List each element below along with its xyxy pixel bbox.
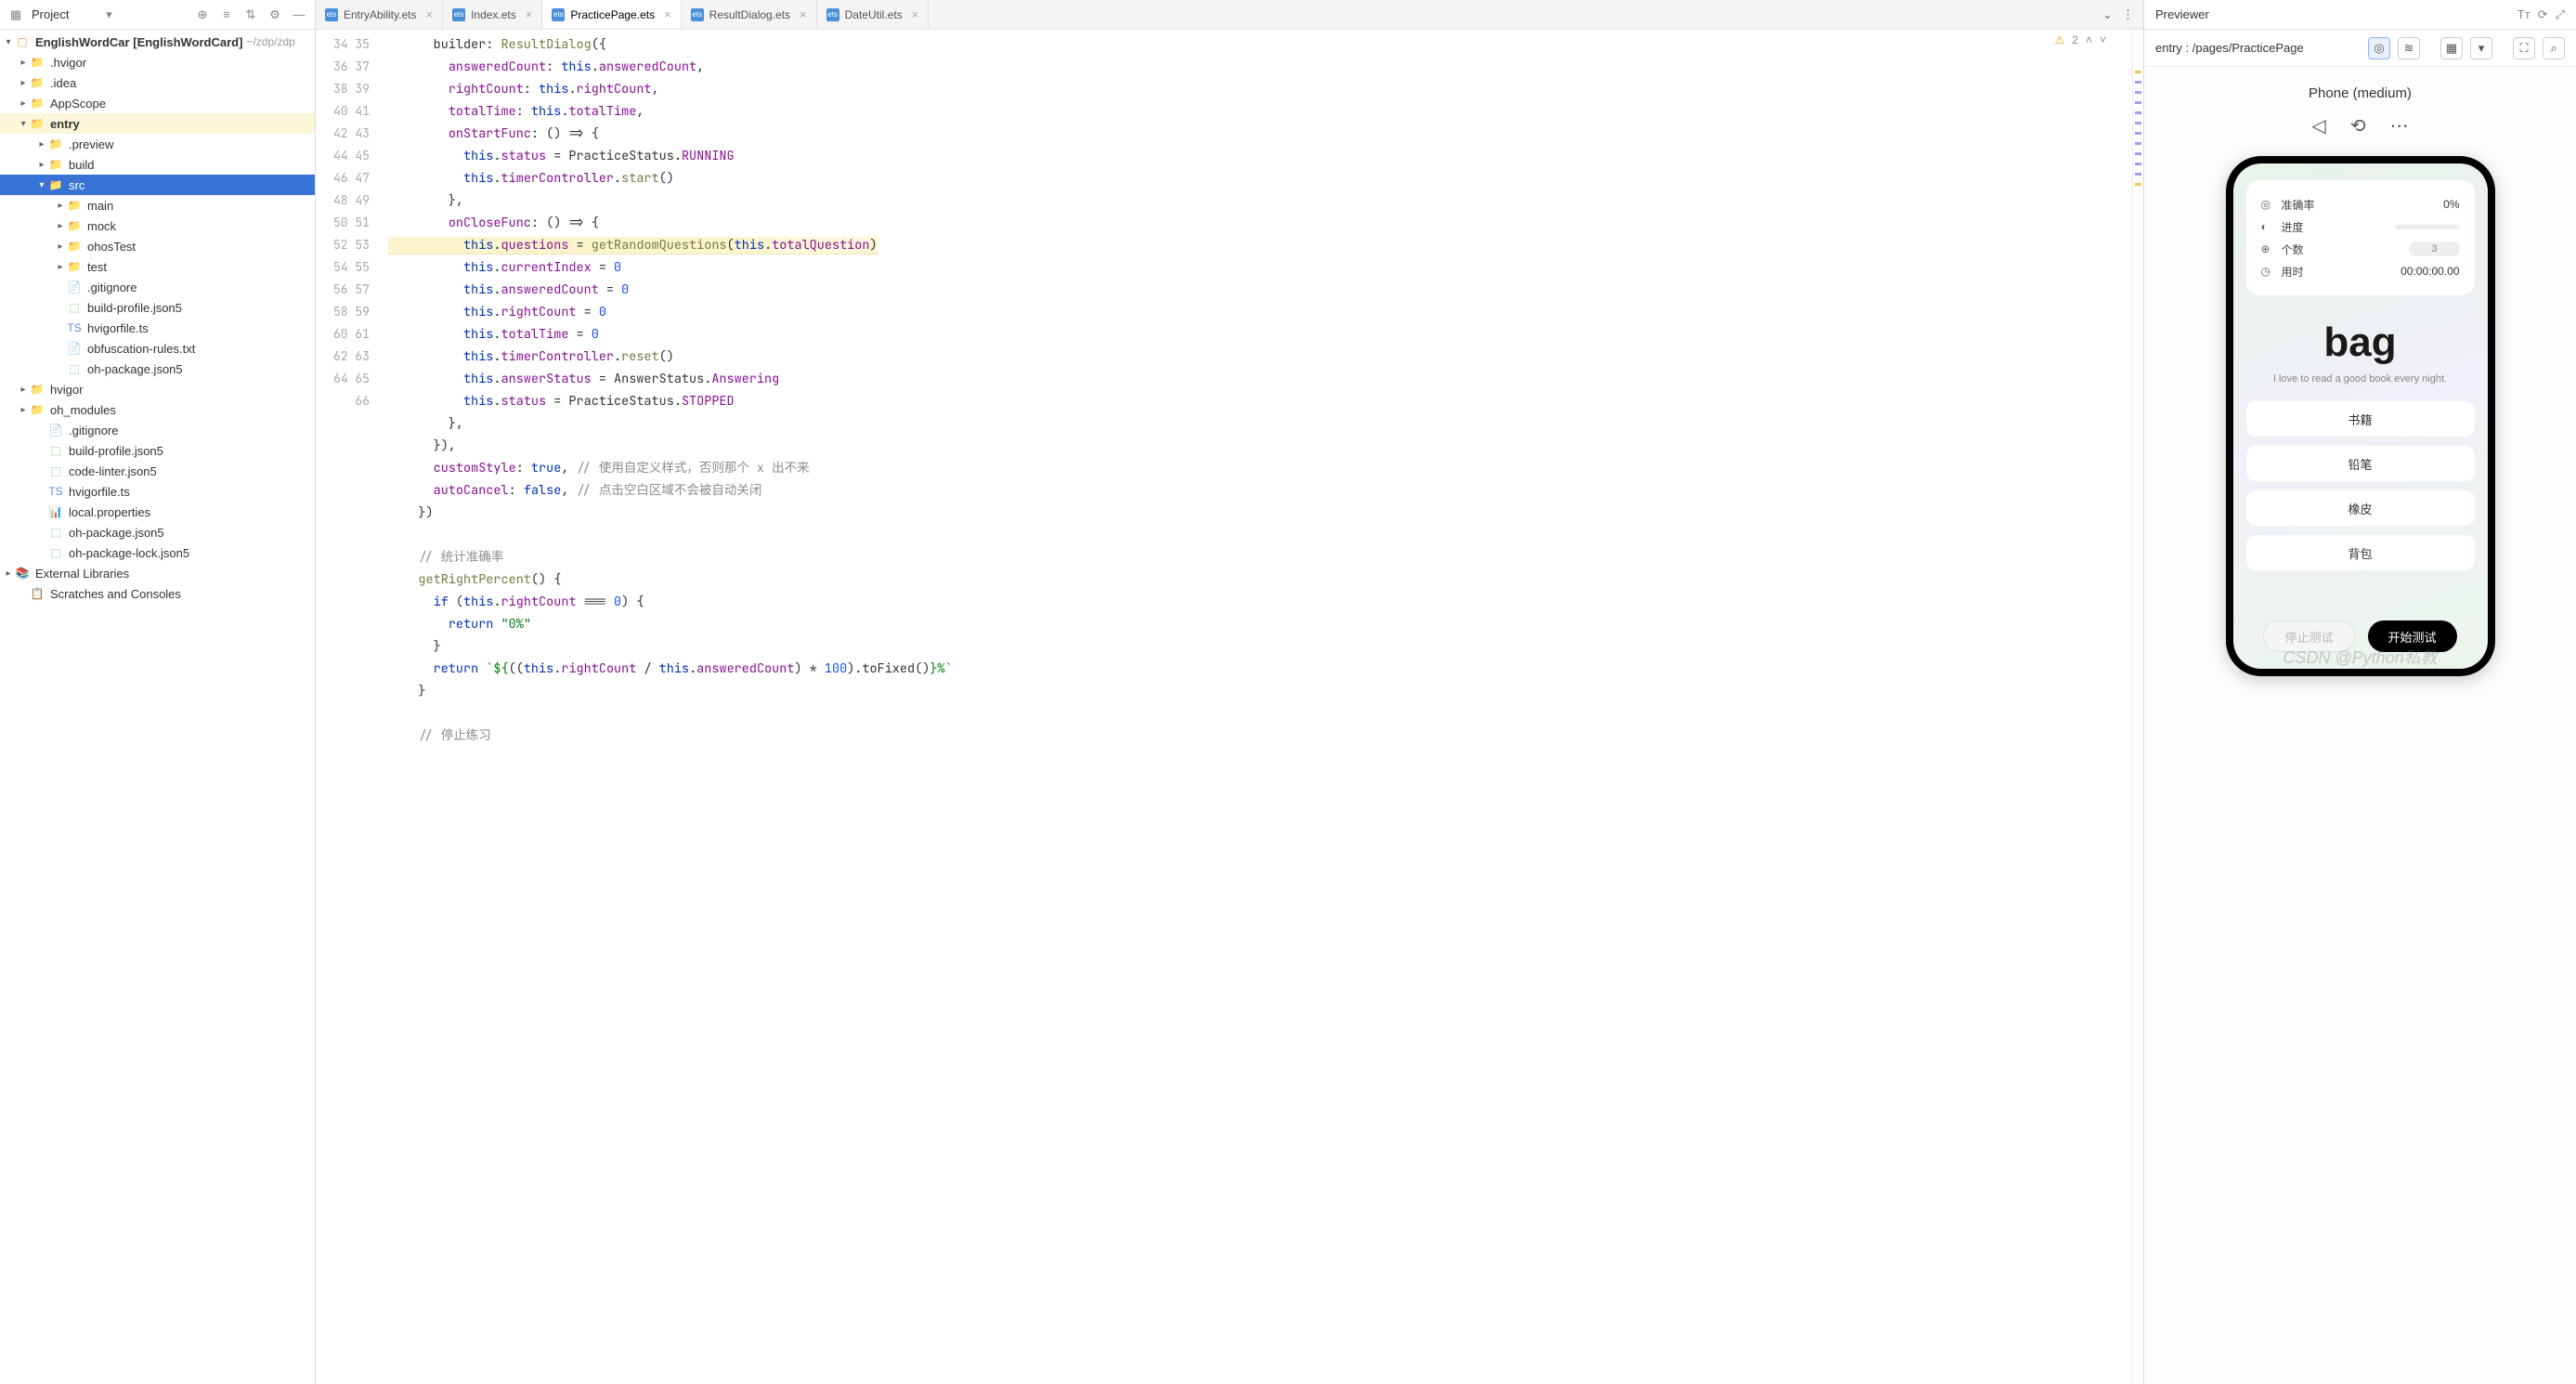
project-icon: ▦ bbox=[7, 7, 24, 23]
phone-screen[interactable]: ◎准确率0% ◐进度 ⊕个数3 ◷用时00:00:00.00 bag I lov… bbox=[2233, 163, 2488, 669]
tree-folder-appscope[interactable]: ▸📁AppScope bbox=[0, 93, 315, 113]
rotate-icon[interactable]: ⟲ bbox=[2350, 114, 2366, 137]
tree-file-buildprofile-e[interactable]: ⬚build-profile.json5 bbox=[0, 297, 315, 318]
editor-tabs: etsEntryAbility.ets× etsIndex.ets× etsPr… bbox=[316, 0, 2143, 30]
tree-scratches[interactable]: 📋Scratches and Consoles bbox=[0, 583, 315, 604]
collapse-icon[interactable]: ⇅ bbox=[242, 7, 259, 23]
close-icon[interactable]: × bbox=[800, 7, 807, 21]
tree-folder-build[interactable]: ▸📁build bbox=[0, 154, 315, 175]
tree-file-ohpkg-r[interactable]: ⬚oh-package.json5 bbox=[0, 522, 315, 542]
back-icon[interactable]: ◁ bbox=[2311, 114, 2325, 137]
more-icon[interactable]: ⋯ bbox=[2390, 114, 2409, 137]
device-label: Phone (medium) bbox=[2309, 85, 2412, 101]
project-panel: ▦ Project ▾ ⊕ ≡ ⇅ ⚙ — ▾▢EnglishWordCar [… bbox=[0, 0, 316, 1384]
option-3[interactable]: 橡皮 bbox=[2246, 490, 2475, 526]
previewer-subheader: entry : /pages/PracticePage ◎ ≋ ▦ ▾ ⛶ ⌕ bbox=[2144, 30, 2576, 67]
tree-file-gitignore-e[interactable]: 📄.gitignore bbox=[0, 277, 315, 297]
tree-folder-main[interactable]: ▸📁main bbox=[0, 195, 315, 215]
chevron-up-icon[interactable]: ˄ bbox=[2086, 33, 2092, 46]
fullscreen-icon[interactable]: ⛶ bbox=[2513, 37, 2535, 59]
option-2[interactable]: 铅笔 bbox=[2246, 446, 2475, 481]
entry-path: entry : /pages/PracticePage bbox=[2155, 41, 2361, 55]
clock-icon: ◷ bbox=[2261, 265, 2274, 278]
tab-entryability[interactable]: etsEntryAbility.ets× bbox=[316, 0, 443, 30]
start-button[interactable]: 开始测试 bbox=[2368, 620, 2457, 652]
project-tree[interactable]: ▾▢EnglishWordCar [EnglishWordCard]~/zdp/… bbox=[0, 30, 315, 1384]
tree-folder-test[interactable]: ▸📁test bbox=[0, 256, 315, 277]
progress-bar bbox=[2395, 225, 2460, 229]
line-gutter: 34 35 36 37 38 39 40 41 42 43 44 45 46 4… bbox=[316, 30, 388, 1384]
tree-folder-preview[interactable]: ▸📁.preview bbox=[0, 134, 315, 154]
inspection-badge[interactable]: ⚠2˄˅ bbox=[2055, 33, 2106, 46]
text-icon[interactable]: Tт bbox=[2517, 7, 2530, 21]
more-icon[interactable]: ⋮ bbox=[2122, 7, 2134, 22]
hide-icon[interactable]: — bbox=[291, 7, 307, 23]
tab-resultdialog[interactable]: etsResultDialog.ets× bbox=[682, 0, 817, 30]
code-content[interactable]: builder: ResultDialog({ answeredCount: t… bbox=[388, 30, 2132, 1384]
target-icon: ◎ bbox=[2261, 198, 2274, 211]
word-area: bag I love to read a good book every nig… bbox=[2246, 312, 2475, 401]
sentence-text: I love to read a good book every night. bbox=[2246, 373, 2475, 385]
progress-icon: ◐ bbox=[2261, 220, 2274, 233]
tab-dateutil[interactable]: etsDateUtil.ets× bbox=[817, 0, 930, 30]
stop-button[interactable]: 停止测试 bbox=[2263, 620, 2354, 652]
minimap[interactable] bbox=[2132, 30, 2143, 1384]
tab-practicepage[interactable]: etsPracticePage.ets× bbox=[542, 0, 681, 30]
tree-file-gitignore-r[interactable]: 📄.gitignore bbox=[0, 420, 315, 440]
search-icon[interactable]: ⌕ bbox=[2543, 37, 2565, 59]
option-1[interactable]: 书籍 bbox=[2246, 401, 2475, 437]
chevron-down-icon[interactable]: ▾ bbox=[101, 7, 118, 23]
tree-root[interactable]: ▾▢EnglishWordCar [EnglishWordCard]~/zdp/… bbox=[0, 32, 315, 52]
expand-icon[interactable]: ⤢ bbox=[2556, 7, 2565, 22]
tab-index[interactable]: etsIndex.ets× bbox=[443, 0, 542, 30]
phone-frame: ◎准确率0% ◐进度 ⊕个数3 ◷用时00:00:00.00 bag I lov… bbox=[2226, 156, 2495, 676]
tree-file-ohpkglock[interactable]: ⬚oh-package-lock.json5 bbox=[0, 542, 315, 563]
tree-folder-ohmodules[interactable]: ▸📁oh_modules bbox=[0, 399, 315, 420]
tree-file-hvigorfile-r[interactable]: TShvigorfile.ts bbox=[0, 481, 315, 502]
tree-file-obfuscation[interactable]: 📄obfuscation-rules.txt bbox=[0, 338, 315, 359]
tree-folder-hvigor[interactable]: ▸📁.hvigor bbox=[0, 52, 315, 72]
close-icon[interactable]: × bbox=[664, 7, 671, 21]
layers-icon[interactable]: ≋ bbox=[2398, 37, 2420, 59]
tree-folder-src[interactable]: ▾📁src bbox=[0, 175, 315, 195]
previewer-header: Previewer Tт ⟳ ⤢ bbox=[2144, 0, 2576, 30]
options-list: 书籍 铅笔 橡皮 背包 bbox=[2246, 401, 2475, 570]
action-buttons: 停止测试 开始测试 bbox=[2246, 620, 2475, 656]
editor-panel: etsEntryAbility.ets× etsIndex.ets× etsPr… bbox=[316, 0, 2143, 1384]
settings-icon[interactable]: ⚙ bbox=[267, 7, 283, 23]
tree-file-buildprofile-r[interactable]: ⬚build-profile.json5 bbox=[0, 440, 315, 461]
inspect-icon[interactable]: ◎ bbox=[2368, 37, 2390, 59]
tree-folder-entry[interactable]: ▾📁entry bbox=[0, 113, 315, 134]
count-icon: ⊕ bbox=[2261, 242, 2274, 255]
tree-folder-mock[interactable]: ▸📁mock bbox=[0, 215, 315, 236]
refresh-icon[interactable]: ⟳ bbox=[2538, 7, 2548, 22]
locate-icon[interactable]: ⊕ bbox=[194, 7, 211, 23]
option-4[interactable]: 背包 bbox=[2246, 535, 2475, 570]
previewer-panel: Previewer Tт ⟳ ⤢ entry : /pages/Practice… bbox=[2143, 0, 2576, 1384]
expand-icon[interactable]: ≡ bbox=[218, 7, 235, 23]
chevron-down-icon[interactable]: ⌄ bbox=[2102, 7, 2113, 22]
close-icon[interactable]: × bbox=[526, 7, 533, 21]
tree-file-localprops[interactable]: 📊local.properties bbox=[0, 502, 315, 522]
grid-icon[interactable]: ▦ bbox=[2440, 37, 2463, 59]
tree-file-ohpackage-e[interactable]: ⬚oh-package.json5 bbox=[0, 359, 315, 379]
tree-extlibs[interactable]: ▸📚External Libraries bbox=[0, 563, 315, 583]
close-icon[interactable]: × bbox=[912, 7, 919, 21]
word-text: bag bbox=[2246, 320, 2475, 366]
stats-card: ◎准确率0% ◐进度 ⊕个数3 ◷用时00:00:00.00 bbox=[2246, 180, 2475, 295]
tree-file-hvigorfile-e[interactable]: TShvigorfile.ts bbox=[0, 318, 315, 338]
close-icon[interactable]: × bbox=[425, 7, 433, 21]
project-selector[interactable]: Project bbox=[32, 7, 94, 21]
chevron-down-icon[interactable]: ▾ bbox=[2470, 37, 2492, 59]
tree-file-codelinter[interactable]: ⬚code-linter.json5 bbox=[0, 461, 315, 481]
project-header: ▦ Project ▾ ⊕ ≡ ⇅ ⚙ — bbox=[0, 0, 315, 30]
chevron-down-icon[interactable]: ˅ bbox=[2100, 33, 2106, 46]
tree-folder-idea[interactable]: ▸📁.idea bbox=[0, 72, 315, 93]
tree-folder-ohostest[interactable]: ▸📁ohosTest bbox=[0, 236, 315, 256]
count-pill[interactable]: 3 bbox=[2409, 242, 2459, 256]
tree-folder-hvigor-f[interactable]: ▸📁hvigor bbox=[0, 379, 315, 399]
code-editor[interactable]: ⚠2˄˅ 34 35 36 37 38 39 40 41 42 43 44 45… bbox=[316, 30, 2143, 1384]
previewer-title: Previewer bbox=[2155, 7, 2209, 21]
preview-stage: Phone (medium) ◁ ⟲ ⋯ ◎准确率0% ◐进度 ⊕个数3 ◷用时… bbox=[2144, 67, 2576, 1384]
